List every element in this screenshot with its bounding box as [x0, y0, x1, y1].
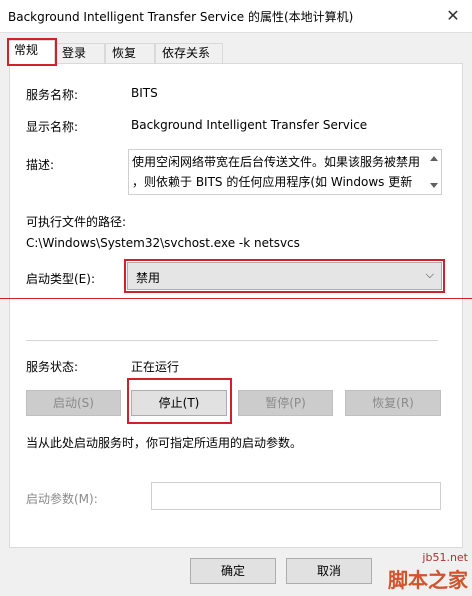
display-name-label: 显示名称: [26, 120, 79, 134]
chevron-down-icon: ⌵ [425, 268, 434, 281]
watermark-logo: jb51.net 脚本之家 [388, 551, 468, 593]
description-line-2: ，则依赖于 BITS 的任何应用程序(如 Windows 更新 [132, 175, 413, 189]
status-label: 服务状态: [26, 360, 79, 374]
scroll-down-icon[interactable] [430, 183, 438, 188]
resume-button[interactable]: 恢复(R) [345, 390, 441, 416]
startup-type-value: 禁用 [136, 271, 161, 285]
service-name-value: BITS [131, 86, 158, 100]
start-button[interactable]: 启动(S) [26, 390, 121, 416]
exe-path-value: C:\Windows\System32\svchost.exe -k netsv… [26, 236, 300, 250]
description-text: 使用空闲网络带宽在后台传送文件。如果该服务被禁用 ，则依赖于 BITS 的任何应… [132, 152, 422, 192]
pause-button[interactable]: 暂停(P) [238, 390, 333, 416]
description-label: 描述: [26, 158, 55, 172]
scroll-up-icon[interactable] [430, 156, 438, 161]
exe-path-label: 可执行文件的路径: [26, 215, 127, 229]
separator [26, 340, 438, 341]
display-name-value: Background Intelligent Transfer Service [131, 118, 368, 132]
description-box[interactable]: 使用空闲网络带宽在后台传送文件。如果该服务被禁用 ，则依赖于 BITS 的任何应… [128, 149, 442, 195]
cancel-button[interactable]: 取消 [286, 558, 372, 584]
startup-type-label: 启动类型(E): [26, 272, 95, 286]
service-name-label: 服务名称: [26, 88, 79, 102]
watermark-url: jb51.net [422, 551, 468, 564]
start-params-label: 启动参数(M): [26, 492, 98, 506]
highlight-divider-line [0, 298, 472, 299]
status-value: 正在运行 [131, 360, 180, 374]
hint-text: 当从此处启动服务时，你可指定所适用的启动参数。 [26, 436, 303, 450]
description-scrollbar[interactable] [427, 150, 441, 194]
start-params-input[interactable] [151, 482, 441, 510]
stop-button[interactable]: 停止(T) [131, 390, 227, 416]
ok-button[interactable]: 确定 [190, 558, 276, 584]
startup-type-select[interactable]: 禁用 ⌵ [127, 262, 442, 290]
description-line-1: 使用空闲网络带宽在后台传送文件。如果该服务被禁用 [132, 155, 421, 169]
watermark-name: 脚本之家 [388, 568, 468, 592]
